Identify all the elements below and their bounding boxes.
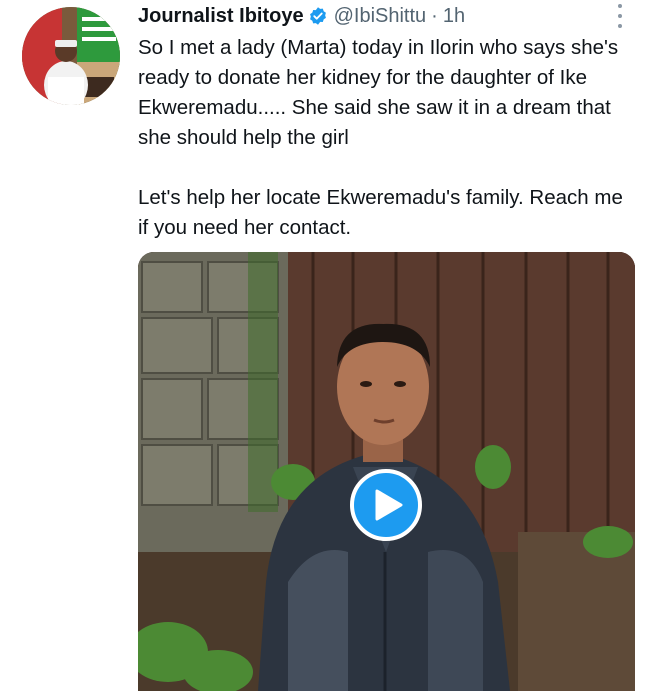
verified-badge-icon	[308, 6, 328, 26]
tweet-header: Journalist Ibitoye @IbiShittu · 1h	[138, 3, 465, 29]
display-name[interactable]: Journalist Ibitoye	[138, 3, 304, 29]
more-dot	[618, 24, 622, 28]
more-dot	[618, 14, 622, 18]
tweet[interactable]: Journalist Ibitoye @IbiShittu · 1h So I …	[0, 0, 656, 691]
separator-dot: ·	[431, 5, 438, 27]
tweet-text: So I met a lady (Marta) today in Ilorin …	[138, 33, 638, 243]
tweet-paragraph: So I met a lady (Marta) today in Ilorin …	[138, 36, 619, 149]
play-button[interactable]	[350, 469, 422, 541]
tweet-paragraph: Let's help her locate Ekweremadu's famil…	[138, 186, 623, 239]
play-icon	[375, 489, 403, 521]
handle[interactable]: @IbiShittu	[334, 3, 427, 29]
avatar-image	[22, 7, 120, 105]
more-options-icon[interactable]	[612, 4, 628, 28]
timestamp[interactable]: 1h	[443, 3, 465, 29]
more-dot	[618, 4, 622, 8]
avatar[interactable]	[22, 7, 120, 105]
